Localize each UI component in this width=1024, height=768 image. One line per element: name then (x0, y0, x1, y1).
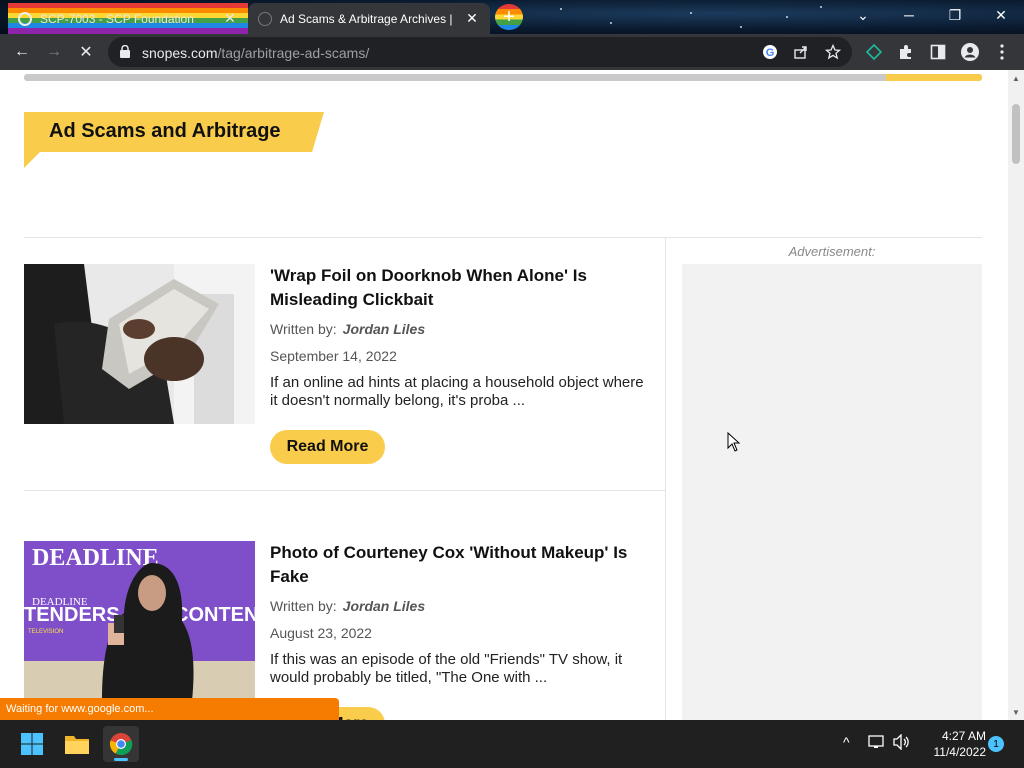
windows-taskbar: ^ 4:27 AM 11/4/2022 1 (0, 720, 1024, 768)
background-star (690, 12, 692, 14)
background-star (560, 8, 562, 10)
article-byline: Written by: Jordan Liles (270, 598, 425, 614)
article-title[interactable]: Photo of Courteney Cox 'Without Makeup' … (270, 541, 645, 589)
article-card: 'Wrap Foil on Doorknob When Alone' Is Mi… (24, 264, 644, 474)
browser-toolbar: ← → ✕ snopes.com/tag/arbitrage-ad-scams/… (0, 34, 1024, 70)
mouse-cursor-icon (727, 432, 741, 452)
google-lens-icon[interactable]: G (759, 41, 781, 63)
background-star (786, 16, 788, 18)
article-excerpt: If this was an episode of the old "Frien… (270, 651, 623, 686)
profile-icon[interactable] (956, 38, 984, 66)
article-thumbnail[interactable] (24, 264, 255, 424)
article-thumbnail[interactable]: DEADLINE DEADLINE TENDERS CONTEND TELEVI… (24, 541, 255, 701)
article-title[interactable]: 'Wrap Foil on Doorknob When Alone' Is Mi… (270, 264, 645, 312)
page-title: Ad Scams and Arbitrage (49, 120, 281, 142)
new-tab-button[interactable]: + (495, 4, 523, 30)
scroll-down-arrow-icon[interactable]: ▼ (1008, 704, 1024, 720)
url-text: snopes.com/tag/arbitrage-ad-scams/ (142, 45, 369, 61)
back-button[interactable]: ← (8, 38, 36, 66)
background-star (740, 26, 742, 28)
written-by-label: Written by: (270, 321, 337, 337)
close-window-button[interactable]: ✕ (978, 0, 1024, 30)
thumb-text: CONTEND (174, 604, 255, 626)
notification-badge[interactable]: 1 (988, 736, 1004, 752)
foil-doorknob-image (24, 264, 255, 424)
scp-favicon-icon (18, 11, 32, 26)
url-host: snopes.com (142, 45, 218, 61)
chrome-taskbar-button[interactable] (103, 726, 139, 762)
extensions-puzzle-icon[interactable] (892, 38, 920, 66)
svg-text:G: G (766, 47, 775, 59)
share-icon[interactable] (790, 41, 812, 63)
restore-button[interactable]: ❐ (932, 0, 978, 30)
background-star (820, 6, 822, 8)
address-bar[interactable]: snopes.com/tag/arbitrage-ad-scams/ G (108, 37, 852, 67)
read-more-button[interactable]: Read More (270, 430, 385, 464)
clock-date: 11/4/2022 (933, 745, 987, 759)
side-panel-icon[interactable] (924, 38, 952, 66)
background-star (610, 22, 612, 24)
start-button[interactable] (14, 726, 50, 762)
tab-close-icon[interactable]: ✕ (464, 10, 480, 27)
thumb-text: TELEVISION (28, 629, 63, 635)
lock-icon (120, 45, 130, 58)
bookmark-star-icon[interactable] (822, 41, 844, 63)
url-path: /tag/arbitrage-ad-scams/ (217, 45, 370, 61)
author-link[interactable]: Jordan Liles (343, 598, 425, 614)
folder-icon (65, 736, 89, 754)
tab-search-button[interactable]: ⌄ (840, 0, 886, 30)
article-byline: Written by: Jordan Liles (270, 321, 425, 337)
article-date: August 23, 2022 (270, 625, 372, 641)
forward-button[interactable]: → (40, 38, 68, 66)
advertisement-label: Advertisement: (788, 244, 876, 259)
clock-time: 4:27 AM (941, 729, 986, 743)
page-top-bar (24, 74, 982, 81)
tab-title: SCP-7003 - SCP Foundation (40, 11, 194, 26)
scrollbar-thumb[interactable] (1012, 104, 1020, 164)
windows-logo-icon (21, 733, 43, 755)
divider (24, 237, 982, 238)
stop-loading-button[interactable]: ✕ (72, 38, 100, 66)
status-bubble: Waiting for www.google.com... (0, 698, 339, 720)
divider (24, 490, 665, 491)
file-explorer-button[interactable] (59, 726, 95, 762)
thumb-text: DEADLINE (32, 545, 159, 571)
extension-diamond-icon[interactable] (860, 38, 888, 66)
active-app-indicator (114, 758, 128, 761)
courteney-cox-image: DEADLINE DEADLINE TENDERS CONTEND TELEVI… (24, 541, 255, 701)
article-excerpt: If an online ad hints at placing a house… (270, 374, 644, 409)
show-hidden-icons-button[interactable]: ^ (843, 734, 850, 750)
minimize-button[interactable]: ─ (886, 0, 932, 30)
tag-banner-fold (24, 152, 40, 168)
system-clock[interactable]: 4:27 AM 11/4/2022 (916, 728, 987, 760)
scroll-up-arrow-icon[interactable]: ▲ (1008, 70, 1024, 86)
tab-snopes[interactable]: Ad Scams & Arbitrage Archives | ✕ (248, 3, 490, 34)
column-divider (665, 238, 666, 720)
page-scrollbar[interactable]: ▲ ▼ (1008, 70, 1024, 720)
tab-title: Ad Scams & Arbitrage Archives | (280, 11, 453, 26)
volume-icon[interactable] (893, 733, 911, 753)
tab-scp-foundation[interactable]: SCP-7003 - SCP Foundation ✕ (8, 3, 248, 34)
menu-kebab-icon[interactable] (988, 38, 1016, 66)
author-link[interactable]: Jordan Liles (343, 321, 425, 337)
tag-banner: Ad Scams and Arbitrage (24, 112, 324, 168)
tab-strip: SCP-7003 - SCP Foundation ✕ Ad Scams & A… (0, 0, 1024, 34)
tab-close-icon[interactable]: ✕ (222, 10, 238, 27)
thumb-text: TENDERS (24, 604, 120, 626)
network-icon[interactable] (868, 734, 886, 753)
chrome-icon (109, 733, 133, 756)
written-by-label: Written by: (270, 598, 337, 614)
article-date: September 14, 2022 (270, 348, 397, 364)
page-viewport: Ad Scams and Arbitrage 'Wrap Foil on Doo… (0, 70, 1008, 720)
article-card: DEADLINE DEADLINE TENDERS CONTEND TELEVI… (24, 541, 644, 720)
page-top-bar-accent (886, 74, 982, 81)
loading-favicon-icon (258, 11, 272, 26)
advertisement-slot[interactable] (682, 264, 982, 720)
